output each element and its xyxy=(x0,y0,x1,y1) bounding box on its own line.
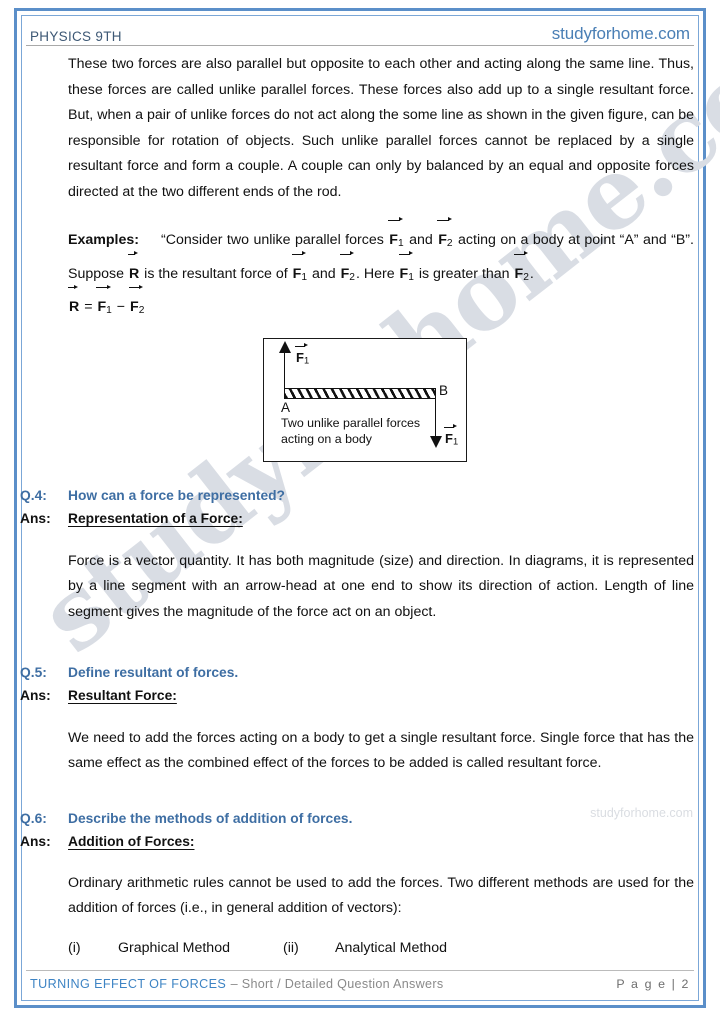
footer-chapter-title: TURNING EFFECT OF FORCES xyxy=(30,976,227,991)
answer-body-q6: Ordinary arithmetic rules cannot be used… xyxy=(68,874,694,917)
page-content: These two forces are also parallel but o… xyxy=(0,52,720,962)
examples-text-2: and xyxy=(409,232,433,248)
answer-row-q6: Ans: Addition of Forces: xyxy=(0,834,720,849)
header-site-name: studyforhome.com xyxy=(551,24,690,43)
question-row-q5: Q.5: Define resultant of forces. xyxy=(0,665,720,680)
examples-text-4: is the resultant force of xyxy=(144,265,288,282)
vector-arrow-icon xyxy=(513,250,529,257)
figure-point-a: A xyxy=(281,400,291,416)
vector-f2-eq: F2 xyxy=(129,284,145,325)
examples-block: Examples: “Consider two unlike parallel f… xyxy=(0,217,720,293)
resultant-equation: R = F1 − F2 xyxy=(0,284,720,325)
answer-tag-q5: Ans: xyxy=(20,688,51,704)
figure-label-force-bottom: F1 xyxy=(444,424,459,447)
question-tag-q4: Q.4: xyxy=(20,488,47,504)
vector-arrow-icon xyxy=(127,250,139,257)
examples-text-5: and xyxy=(311,265,336,282)
answer-row-q5: Ans: Resultant Force: xyxy=(0,688,720,703)
examples-text-1: “Consider two unlike parallel forces xyxy=(160,232,384,248)
vector-f1-eq: F1 xyxy=(96,284,112,325)
method-num-2: (ii) xyxy=(283,940,299,957)
vector-arrow-icon xyxy=(339,250,355,257)
figure-caption-line1: Two unlike parallel forces xyxy=(281,416,421,431)
document-page: studyforhome.com studyforhome.com PHYSIC… xyxy=(0,0,720,1018)
question-text-q4: How can a force be represented? xyxy=(68,488,285,504)
footer-page-number: P a g e | 2 xyxy=(616,976,690,991)
question-text-q5: Define resultant of forces. xyxy=(68,665,239,681)
figure-label-force-top: F1 xyxy=(295,343,310,366)
vector-f2-a: F2 xyxy=(437,217,453,259)
answer-body-q4: Force is a vector quantity. It has both … xyxy=(68,552,694,620)
examples-text-8: . xyxy=(529,265,534,282)
method-num-1: (i) xyxy=(68,940,81,957)
question-tag-q5: Q.5: xyxy=(20,665,47,681)
vector-f1-b: F1 xyxy=(291,250,308,293)
vector-f1-c: F1 xyxy=(398,250,415,293)
intro-paragraph: These two forces are also parallel but o… xyxy=(68,56,694,200)
figure-point-b: B xyxy=(439,383,449,399)
answer-body-q5: We need to add the forces acting on a bo… xyxy=(68,729,694,772)
examples-text-6: . Here xyxy=(355,265,395,282)
vector-f2-c: F2 xyxy=(513,250,530,293)
vector-r-eq: R xyxy=(68,284,80,321)
figure-caption: Two unlike parallel forces acting on a b… xyxy=(281,415,420,447)
vector-f2-b: F2 xyxy=(339,250,356,293)
answer-tag-q4: Ans: xyxy=(20,511,51,527)
footer-left: TURNING EFFECT OF FORCES – Short / Detai… xyxy=(30,975,443,993)
equation-minus: − xyxy=(116,298,126,315)
method-name-1: Graphical Method xyxy=(118,940,230,957)
vector-r-a: R xyxy=(127,250,140,289)
question-tag-q6: Q.6: xyxy=(20,810,47,826)
figure-caption-line2: acting on a body xyxy=(281,432,372,447)
page-footer: TURNING EFFECT OF FORCES – Short / Detai… xyxy=(26,970,694,994)
vector-arrow-icon xyxy=(444,423,458,430)
examples-label: Examples: xyxy=(68,232,139,248)
answer-heading-q6: Addition of Forces: xyxy=(68,833,195,849)
vector-arrow-icon xyxy=(295,342,309,349)
question-row-q6: Q.6: Describe the methods of addition of… xyxy=(0,811,720,826)
answer-row-q4: Ans: Representation of a Force: xyxy=(0,511,720,526)
footer-subtitle: – Short / Detailed Question Answers xyxy=(230,976,444,991)
force-arrow-down-icon xyxy=(429,395,442,449)
header-subject-title: PHYSICS 9TH xyxy=(30,29,122,44)
question-row-q4: Q.4: How can a force be represented? xyxy=(0,488,720,503)
force-arrow-up-icon xyxy=(278,341,291,392)
figure-container: F1 F1 A B Two unlike parallel forces act… xyxy=(0,338,720,463)
methods-list: (i) Graphical Method (ii) Analytical Met… xyxy=(0,936,720,962)
vector-arrow-icon xyxy=(291,250,307,257)
examples-text-7: is greater than xyxy=(418,265,510,282)
vector-f1-a: F1 xyxy=(388,217,404,259)
answer-tag-q6: Ans: xyxy=(20,833,51,849)
unlike-parallel-forces-diagram: F1 F1 A B Two unlike parallel forces act… xyxy=(263,338,467,463)
page-header: PHYSICS 9TH studyforhome.com xyxy=(26,20,694,46)
answer-heading-q5: Resultant Force: xyxy=(68,688,177,704)
hatched-rod xyxy=(284,388,436,400)
answer-heading-q4: Representation of a Force: xyxy=(68,511,243,527)
equation-equals: = xyxy=(84,298,93,315)
method-name-2: Analytical Method xyxy=(335,940,447,957)
question-text-q6: Describe the methods of addition of forc… xyxy=(68,810,353,826)
